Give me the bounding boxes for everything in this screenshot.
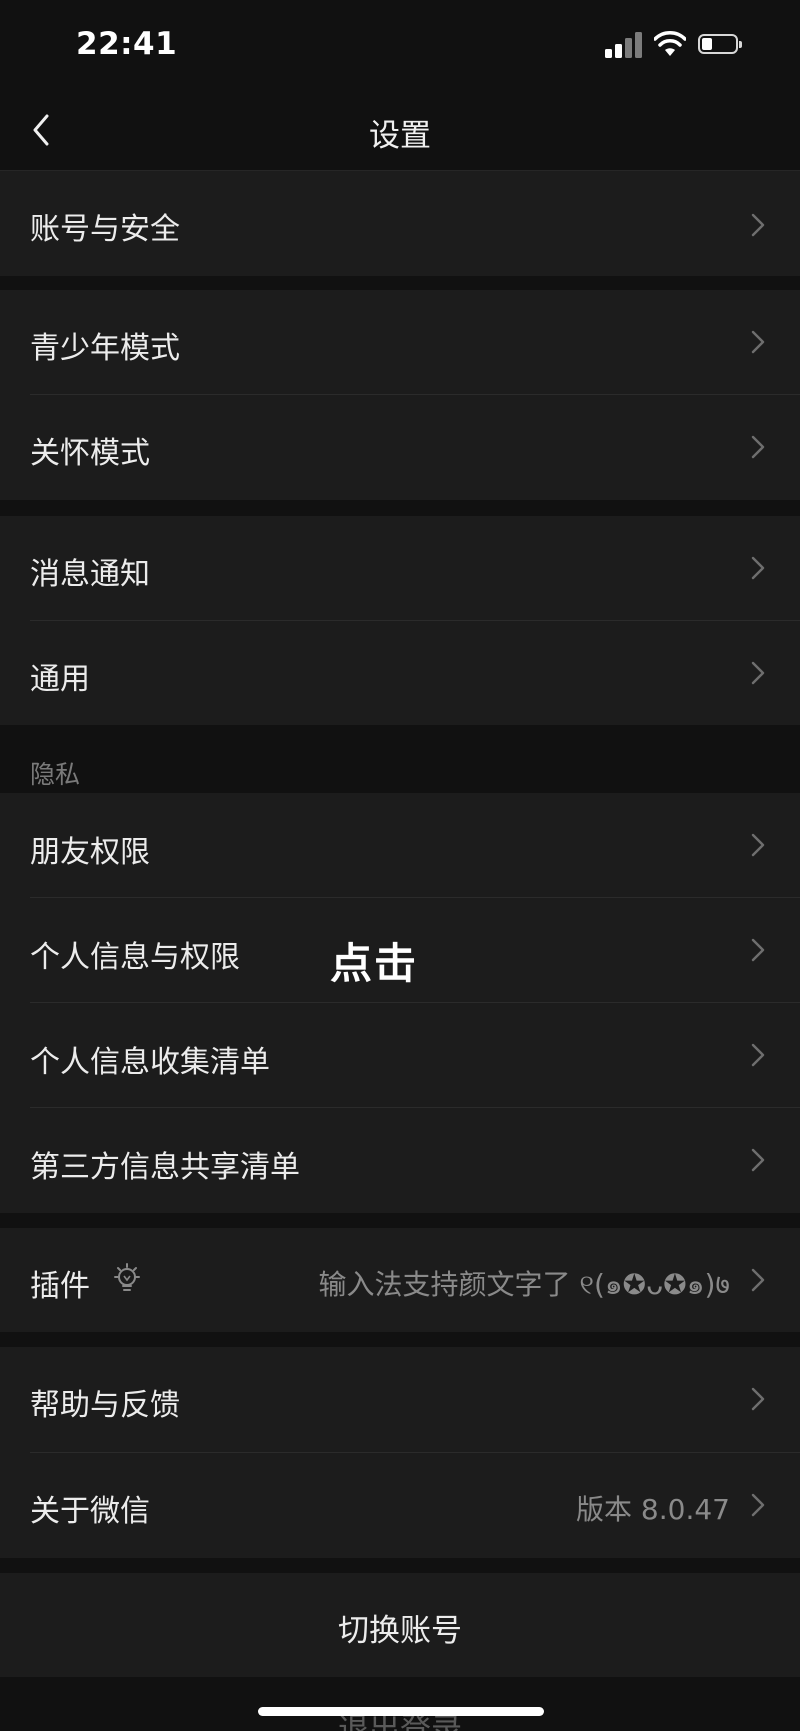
chevron-right-icon <box>751 330 765 354</box>
row-label: 关于微信 <box>30 1494 150 1529</box>
chevron-right-icon <box>751 1268 765 1292</box>
row-label: 通用 <box>30 662 90 697</box>
chevron-right-icon <box>751 1148 765 1172</box>
row-general[interactable]: 通用 <box>0 621 800 725</box>
row-label: 个人信息与权限 <box>30 940 240 975</box>
row-help-feedback[interactable]: 帮助与反馈 <box>0 1347 800 1452</box>
row-label: 青少年模式 <box>30 331 180 366</box>
battery-icon <box>698 34 742 54</box>
row-info-collection-list[interactable]: 个人信息收集清单 <box>0 1003 800 1107</box>
section-header-privacy: 隐私 <box>30 760 81 789</box>
switch-account-label: 切换账号 <box>338 1613 462 1649</box>
chevron-right-icon <box>751 213 765 237</box>
row-label: 第三方信息共享清单 <box>30 1150 300 1185</box>
status-bar: 22:41 <box>0 0 800 90</box>
group-privacy: 朋友权限 个人信息与权限 个人信息收集清单 第三方信息共享清单 <box>0 793 800 1213</box>
chevron-right-icon <box>751 435 765 459</box>
page-title: 设置 <box>369 118 431 154</box>
row-account-security[interactable]: 账号与安全 <box>0 171 800 276</box>
row-about-wechat[interactable]: 关于微信 版本 8.0.47 <box>0 1453 800 1558</box>
row-youth-mode[interactable]: 青少年模式 <box>0 290 800 394</box>
row-third-party-sharing-list[interactable]: 第三方信息共享清单 <box>0 1108 800 1213</box>
chevron-right-icon <box>751 938 765 962</box>
switch-account-button[interactable]: 切换账号 <box>0 1573 800 1677</box>
row-care-mode[interactable]: 关怀模式 <box>0 395 800 500</box>
chevron-right-icon <box>751 1493 765 1517</box>
chevron-right-icon <box>751 661 765 685</box>
click-annotation: 点击 <box>330 939 419 988</box>
home-indicator <box>258 1707 544 1716</box>
row-label: 账号与安全 <box>30 212 180 247</box>
version-label: 版本 8.0.47 <box>576 1493 730 1526</box>
chevron-right-icon <box>751 833 765 857</box>
chevron-right-icon <box>751 1387 765 1411</box>
row-label: 关怀模式 <box>30 436 150 471</box>
chevron-right-icon <box>751 556 765 580</box>
row-label: 消息通知 <box>30 557 150 592</box>
plugins-hint: 输入法支持颜文字了 ୧(๑✪ᴗ✪๑)७ <box>318 1268 731 1301</box>
chevron-right-icon <box>751 1043 765 1067</box>
group-notifications: 消息通知 通用 <box>0 516 800 725</box>
lightbulb-icon <box>114 1263 140 1291</box>
row-notifications[interactable]: 消息通知 <box>0 516 800 620</box>
row-label: 帮助与反馈 <box>30 1388 180 1423</box>
row-label: 个人信息收集清单 <box>30 1045 270 1080</box>
group-help-about: 帮助与反馈 关于微信 版本 8.0.47 <box>0 1347 800 1558</box>
row-label: 朋友权限 <box>30 835 150 870</box>
wifi-icon <box>654 31 686 56</box>
row-friend-permissions[interactable]: 朋友权限 <box>0 793 800 897</box>
status-time: 22:41 <box>76 26 178 62</box>
row-label: 插件 <box>30 1269 90 1304</box>
nav-bar: 设置 <box>0 90 800 171</box>
cellular-signal-icon <box>605 30 645 58</box>
group-account: 账号与安全 <box>0 171 800 276</box>
group-modes: 青少年模式 关怀模式 <box>0 290 800 500</box>
